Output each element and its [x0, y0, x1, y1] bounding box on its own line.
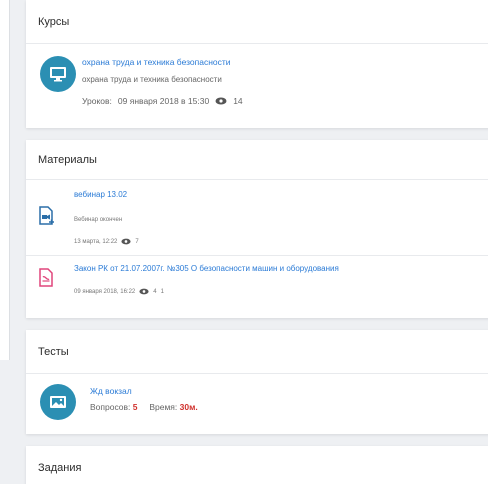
tests-header: Тесты	[26, 330, 488, 374]
course-views: 14	[233, 96, 243, 106]
material-views: 7	[135, 238, 139, 245]
tasks-header: Задания	[26, 446, 488, 484]
material-count: 1	[160, 288, 164, 295]
time-value: 30м.	[179, 402, 198, 412]
courses-title: Курсы	[38, 15, 70, 28]
material-title-link[interactable]: Закон РК от 21.07.2007г. №305 О безопасн…	[74, 264, 339, 273]
test-title-link[interactable]: Жд вокзал	[90, 386, 132, 396]
material-item[interactable]: вебинар 13.02 Вебинар окончен 13 марта, …	[26, 180, 488, 256]
course-date: 09 января 2018 в 15:30	[117, 96, 210, 106]
time-label: Время:	[149, 402, 178, 412]
course-subtitle: охрана труда и техника безопасности	[82, 75, 222, 84]
pdf-file-icon	[38, 268, 54, 293]
lessons-label: Уроков:	[82, 96, 112, 106]
material-date: 13 марта, 12:22	[74, 238, 118, 245]
course-meta: Уроков: 09 января 2018 в 15:30 14	[82, 96, 243, 106]
materials-header: Материалы	[26, 140, 488, 180]
courses-card: Курсы охрана труда и техника безопасност…	[26, 0, 488, 128]
image-icon	[40, 384, 76, 420]
courses-header: Курсы	[26, 0, 488, 44]
eye-icon	[121, 238, 131, 245]
left-panel	[0, 0, 10, 360]
material-meta: 13 марта, 12:22 7	[74, 238, 139, 245]
course-item[interactable]: охрана труда и техника безопасности охра…	[26, 44, 488, 128]
course-title-link[interactable]: охрана труда и техника безопасности	[82, 57, 231, 67]
tests-title: Тесты	[38, 345, 69, 358]
questions-count: 5	[132, 402, 138, 412]
material-title-link[interactable]: вебинар 13.02	[74, 190, 127, 199]
material-meta: 09 января 2018, 16:22 4 1	[74, 288, 164, 295]
material-item[interactable]: Закон РК от 21.07.2007г. №305 О безопасн…	[26, 256, 488, 296]
materials-card: Материалы вебинар 13.02 Вебинар окончен …	[26, 140, 488, 318]
material-status: Вебинар окончен	[74, 217, 123, 223]
tests-card: Тесты Жд вокзал Вопросов: 5 Время: 30м.	[26, 330, 488, 434]
video-file-icon	[38, 206, 54, 231]
questions-label: Вопросов:	[90, 402, 131, 412]
eye-icon	[215, 97, 227, 105]
monitor-icon	[40, 56, 76, 92]
material-date: 09 января 2018, 16:22	[74, 288, 136, 295]
eye-icon	[139, 288, 149, 295]
material-views: 4	[153, 288, 157, 295]
test-item[interactable]: Жд вокзал Вопросов: 5 Время: 30м.	[26, 374, 488, 434]
test-meta: Вопросов: 5 Время: 30м.	[90, 402, 198, 412]
tasks-title: Задания	[38, 462, 82, 474]
materials-title: Материалы	[38, 153, 97, 166]
tasks-card: Задания	[26, 446, 488, 484]
